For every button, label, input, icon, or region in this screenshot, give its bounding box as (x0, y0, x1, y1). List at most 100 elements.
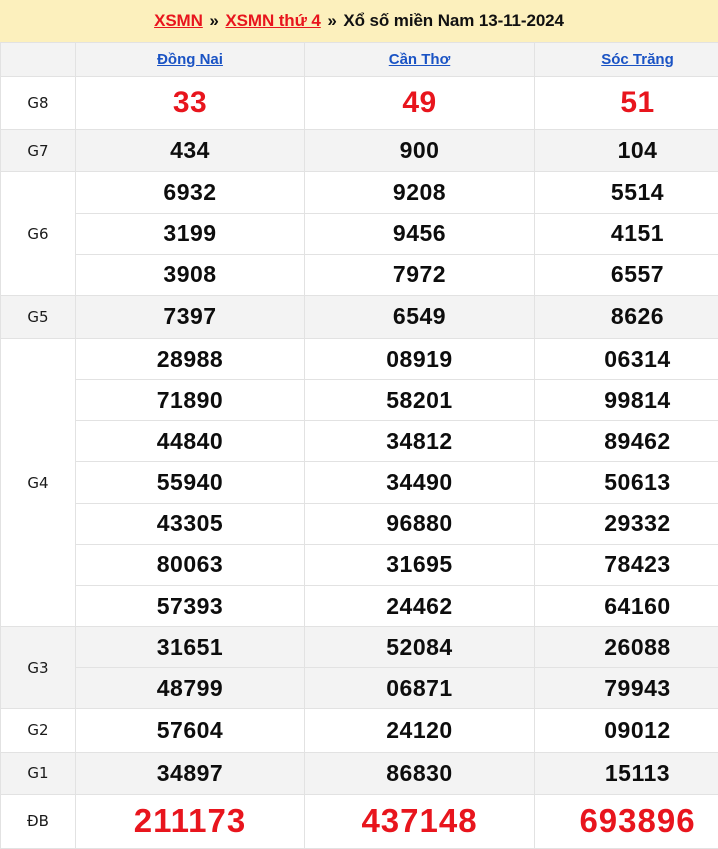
number-cell-g6-dong-nai: 3199 (75, 212, 305, 255)
number-cell-g4-soc-trang: 50613 (534, 461, 718, 504)
number-cell-g4-can-tho: 96880 (304, 502, 535, 545)
number-cell-g4-dong-nai: 71890 (75, 379, 305, 422)
number-cell-g6-soc-trang: 6557 (534, 253, 718, 296)
number-cell-g4-dong-nai: 28988 (75, 337, 305, 381)
number-cell-g1-soc-trang: 15113 (534, 751, 718, 795)
breadcrumb-banner: XSMN » XSMN thứ 4 » Xổ số miền Nam 13-11… (0, 0, 718, 42)
prize-label-g7: G7 (0, 129, 76, 173)
number-cell-g1-dong-nai: 34897 (75, 751, 305, 795)
prize-label-g6: G6 (0, 171, 76, 296)
number-cell-g4-dong-nai: 44840 (75, 420, 305, 463)
breadcrumb-separator-1: » (209, 11, 219, 30)
number-cell-g4-dong-nai: 55940 (75, 461, 305, 504)
number-cell-g5-dong-nai: 7397 (75, 294, 305, 339)
number-cell-db-can-tho: 437148 (304, 793, 535, 849)
table-row: 71890 58201 99814 (1, 379, 718, 422)
number-cell-g2-soc-trang: 09012 (534, 708, 718, 753)
lottery-results-table: Đồng Nai Cần Thơ Sóc Trăng G8 33 49 51 G7 434… (0, 42, 718, 849)
number-cell-g4-can-tho: 34490 (304, 461, 535, 504)
number-cell-g6-can-tho: 9456 (304, 212, 535, 255)
number-cell-g2-dong-nai: 57604 (75, 708, 305, 753)
table-row: G5 7397 6549 8626 (0, 294, 718, 339)
table-row: G8 33 49 51 (0, 75, 718, 131)
table-row: G4 28988 08919 06314 (0, 337, 718, 628)
number-cell-g4-dong-nai: 80063 (75, 543, 305, 586)
table-row: G3 31651 52084 26088 (0, 626, 718, 710)
number-cell-g4-dong-nai: 43305 (75, 502, 305, 545)
table-row: 80063 31695 78423 (1, 543, 718, 586)
number-cell-g4-soc-trang: 64160 (534, 584, 718, 628)
number-cell-g4-can-tho: 31695 (304, 543, 535, 586)
number-cell-g5-soc-trang: 8626 (534, 294, 718, 339)
province-link-soc-trang[interactable]: Sóc Trăng (601, 51, 674, 68)
number-cell-g8-can-tho: 49 (304, 75, 535, 131)
number-cell-g4-soc-trang: 06314 (534, 337, 718, 381)
number-cell-g3-dong-nai: 48799 (75, 667, 305, 710)
number-cell-g8-soc-trang: 51 (534, 75, 718, 131)
number-cell-g5-can-tho: 6549 (304, 294, 535, 339)
column-header-soc-trang: Sóc Trăng (534, 42, 718, 77)
number-cell-g4-can-tho: 58201 (304, 379, 535, 422)
table-row: 57393 24462 64160 (1, 584, 718, 628)
number-cell-g1-can-tho: 86830 (304, 751, 535, 795)
number-cell-g4-soc-trang: 99814 (534, 379, 718, 422)
number-cell-g3-can-tho: 52084 (304, 626, 535, 669)
table-row: 55940 34490 50613 (1, 461, 718, 504)
table-body: G8 33 49 51 G7 434 900 104 G6 6932 9208 5514 3199 945… (0, 75, 718, 849)
header-corner-cell (0, 42, 76, 77)
table-row: 48799 06871 79943 (1, 667, 718, 710)
number-cell-db-soc-trang: 693896 (534, 793, 718, 849)
number-cell-g3-soc-trang: 26088 (534, 626, 718, 669)
table-row: G2 57604 24120 09012 (0, 708, 718, 753)
number-cell-g2-can-tho: 24120 (304, 708, 535, 753)
number-cell-g6-soc-trang: 5514 (534, 171, 718, 214)
breadcrumb-link-xsmn-thu-4[interactable]: XSMN thứ 4 (225, 11, 320, 30)
number-cell-g4-soc-trang: 89462 (534, 420, 718, 463)
prize-label-g8: G8 (0, 75, 76, 131)
table-row: 3199 9456 4151 (1, 212, 718, 255)
number-cell-db-dong-nai: 211173 (75, 793, 305, 849)
number-cell-g3-dong-nai: 31651 (75, 626, 305, 669)
number-cell-g3-soc-trang: 79943 (534, 667, 718, 710)
prize-label-g1: G1 (0, 751, 76, 795)
prize-label-g4: G4 (0, 337, 76, 628)
breadcrumb-separator-2: » (327, 11, 337, 30)
page-title: Xổ số miền Nam 13-11-2024 (343, 11, 564, 30)
number-cell-g6-dong-nai: 3908 (75, 253, 305, 296)
table-row: G7 434 900 104 (0, 129, 718, 173)
column-header-can-tho: Cần Thơ (304, 42, 535, 77)
number-cell-g3-can-tho: 06871 (304, 667, 535, 710)
table-row: G6 6932 9208 5514 (0, 171, 718, 296)
prize-label-db: ĐB (0, 793, 76, 849)
number-cell-g8-dong-nai: 33 (75, 75, 305, 131)
number-cell-g4-can-tho: 34812 (304, 420, 535, 463)
number-cell-g7-soc-trang: 104 (534, 129, 718, 173)
table-row: 3908 7972 6557 (1, 253, 718, 296)
breadcrumb: XSMN » XSMN thứ 4 » Xổ số miền Nam 13-11… (154, 11, 564, 31)
number-cell-g6-dong-nai: 6932 (75, 171, 305, 214)
province-link-can-tho[interactable]: Cần Thơ (389, 51, 451, 68)
prize-label-g3: G3 (0, 626, 76, 710)
table-header: Đồng Nai Cần Thơ Sóc Trăng (0, 42, 718, 77)
prize-label-g5: G5 (0, 294, 76, 339)
number-cell-g4-can-tho: 24462 (304, 584, 535, 628)
number-cell-g6-can-tho: 9208 (304, 171, 535, 214)
province-link-dong-nai[interactable]: Đồng Nai (157, 51, 223, 68)
lottery-results-table-wrapper: Đồng Nai Cần Thơ Sóc Trăng G8 33 49 51 G7 434… (0, 42, 718, 849)
number-cell-g7-dong-nai: 434 (75, 129, 305, 173)
table-header-row: Đồng Nai Cần Thơ Sóc Trăng (0, 42, 718, 77)
number-cell-g4-soc-trang: 78423 (534, 543, 718, 586)
breadcrumb-link-xsmn[interactable]: XSMN (154, 11, 203, 30)
number-cell-g6-can-tho: 7972 (304, 253, 535, 296)
prize-label-g2: G2 (0, 708, 76, 753)
number-cell-g6-soc-trang: 4151 (534, 212, 718, 255)
table-row: 43305 96880 29332 (1, 502, 718, 545)
table-row: 44840 34812 89462 (1, 420, 718, 463)
number-cell-g4-dong-nai: 57393 (75, 584, 305, 628)
table-row: G1 34897 86830 15113 (0, 751, 718, 795)
number-cell-g4-soc-trang: 29332 (534, 502, 718, 545)
table-row: ĐB 211173 437148 693896 (0, 793, 718, 849)
number-cell-g7-can-tho: 900 (304, 129, 535, 173)
column-header-dong-nai: Đồng Nai (75, 42, 305, 77)
number-cell-g4-can-tho: 08919 (304, 337, 535, 381)
